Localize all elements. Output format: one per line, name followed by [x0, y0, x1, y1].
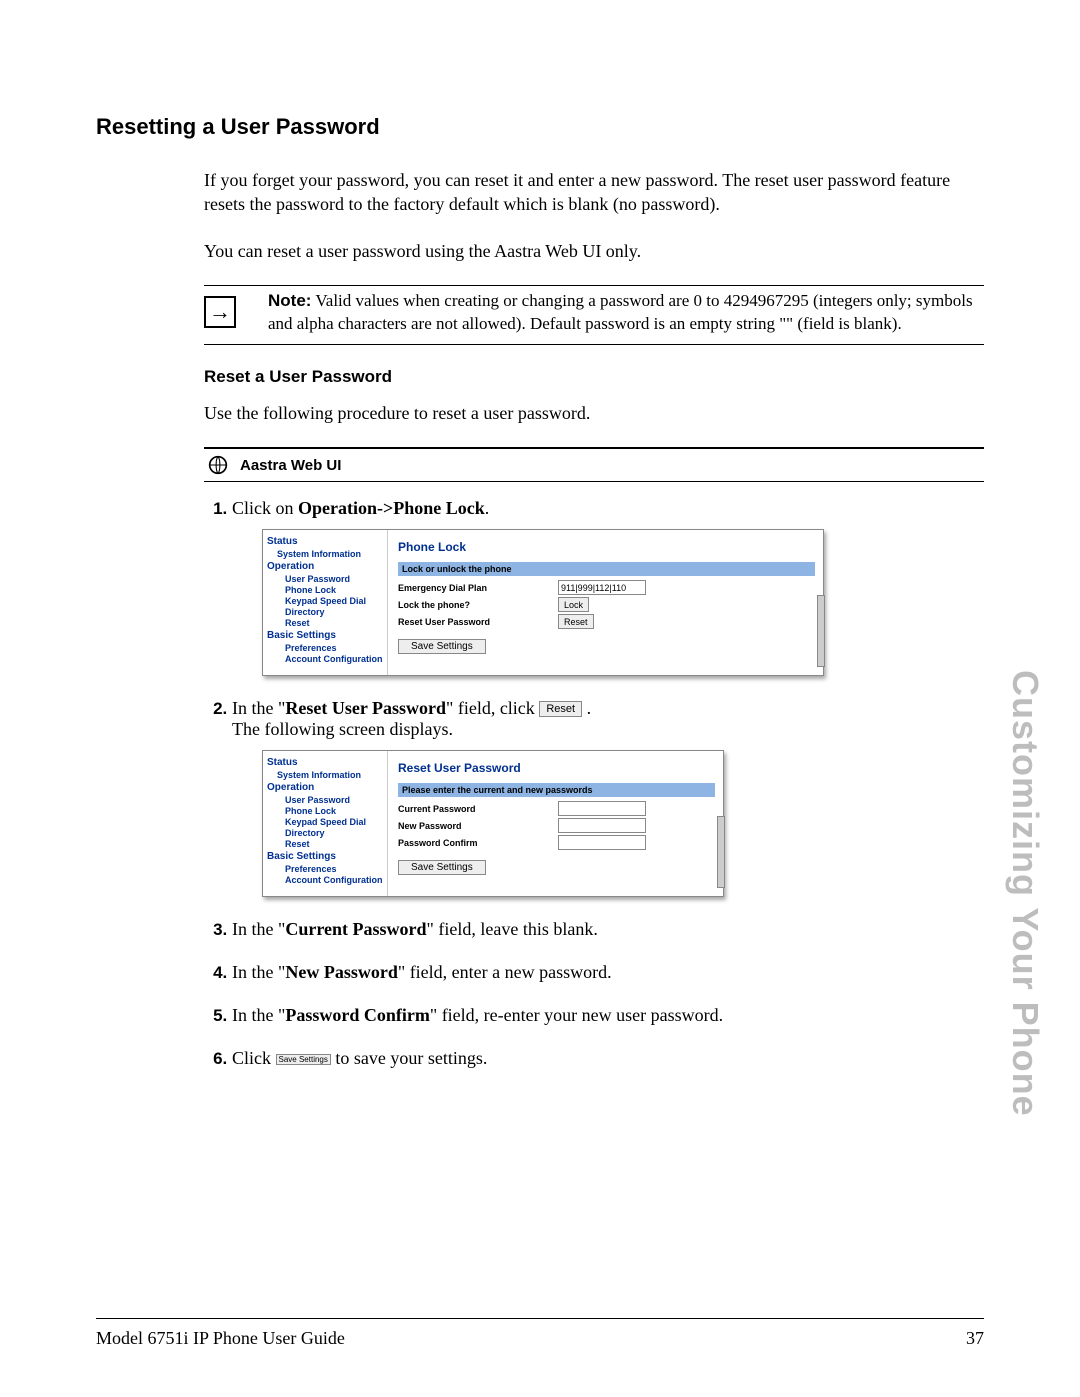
footer-page-number: 37	[966, 1328, 984, 1349]
reset-button[interactable]: Reset	[558, 614, 594, 629]
note-block: → Note: Valid values when creating or ch…	[204, 286, 984, 340]
step-3: In the "Current Password" field, leave t…	[232, 919, 598, 939]
panel2-r1-label: Current Password	[398, 804, 558, 814]
page-heading: Resetting a User Password	[96, 114, 984, 140]
side-ksd: Keypad Speed Dial	[285, 596, 387, 606]
note-label: Note:	[268, 291, 311, 310]
panel1-band: Lock or unlock the phone	[398, 562, 815, 576]
aastra-web-ui-header: Aastra Web UI	[204, 447, 984, 482]
save-settings-inline-button: Save Settings	[276, 1054, 331, 1065]
side-directory: Directory	[285, 607, 387, 617]
step-6: Click Save Settings to save your setting…	[232, 1048, 487, 1068]
sub-heading: Reset a User Password	[204, 367, 984, 387]
panel1-title: Phone Lock	[398, 540, 815, 554]
side-operation: Operation	[267, 561, 387, 572]
panel2-band: Please enter the current and new passwor…	[398, 783, 715, 797]
step-4: In the "New Password" field, enter a new…	[232, 962, 612, 982]
panel1-r2-label: Lock the phone?	[398, 600, 558, 610]
confirm-password-input[interactable]	[558, 835, 646, 850]
save-settings-button[interactable]: Save Settings	[398, 639, 486, 654]
emergency-dial-input[interactable]	[558, 580, 646, 595]
footer-left: Model 6751i IP Phone User Guide	[96, 1328, 345, 1349]
panel1-r1-label: Emergency Dial Plan	[398, 583, 558, 593]
side-status: Status	[267, 536, 387, 547]
step-5: In the "Password Confirm" field, re-ente…	[232, 1005, 723, 1025]
step-1: Click on Operation->Phone Lock.	[232, 498, 489, 518]
sub-intro: Use the following procedure to reset a u…	[204, 401, 984, 425]
side-bs: Basic Settings	[267, 630, 387, 641]
side-reset: Reset	[285, 618, 387, 628]
globe-icon	[208, 455, 228, 475]
phone-lock-screenshot: Status System Information Operation User…	[262, 529, 824, 676]
arrow-right-icon: →	[204, 296, 236, 328]
reset-password-screenshot: Status System Information Operation User…	[262, 750, 724, 897]
save-settings-button-2[interactable]: Save Settings	[398, 860, 486, 875]
panel1-r3-label: Reset User Password	[398, 617, 558, 627]
aastra-web-ui-label: Aastra Web UI	[240, 457, 341, 474]
intro-para-1: If you forget your password, you can res…	[204, 168, 984, 217]
chapter-side-label: Customizing Your Phone	[1004, 670, 1046, 1117]
side-acct: Account Configuration	[285, 654, 387, 664]
side-sysinfo: System Information	[277, 549, 387, 559]
side-pref: Preferences	[285, 643, 387, 653]
note-body: Valid values when creating or changing a…	[268, 291, 973, 333]
side-userpw: User Password	[285, 574, 387, 584]
new-password-input[interactable]	[558, 818, 646, 833]
lock-button[interactable]: Lock	[558, 597, 589, 612]
reset-inline-button: Reset	[539, 701, 582, 717]
panel2-r3-label: Password Confirm	[398, 838, 558, 848]
side-phonelock: Phone Lock	[285, 585, 387, 595]
step-2: In the "Reset User Password" field, clic…	[232, 698, 591, 739]
panel2-title: Reset User Password	[398, 761, 715, 775]
panel2-r2-label: New Password	[398, 821, 558, 831]
intro-para-2: You can reset a user password using the …	[204, 239, 984, 263]
current-password-input[interactable]	[558, 801, 646, 816]
